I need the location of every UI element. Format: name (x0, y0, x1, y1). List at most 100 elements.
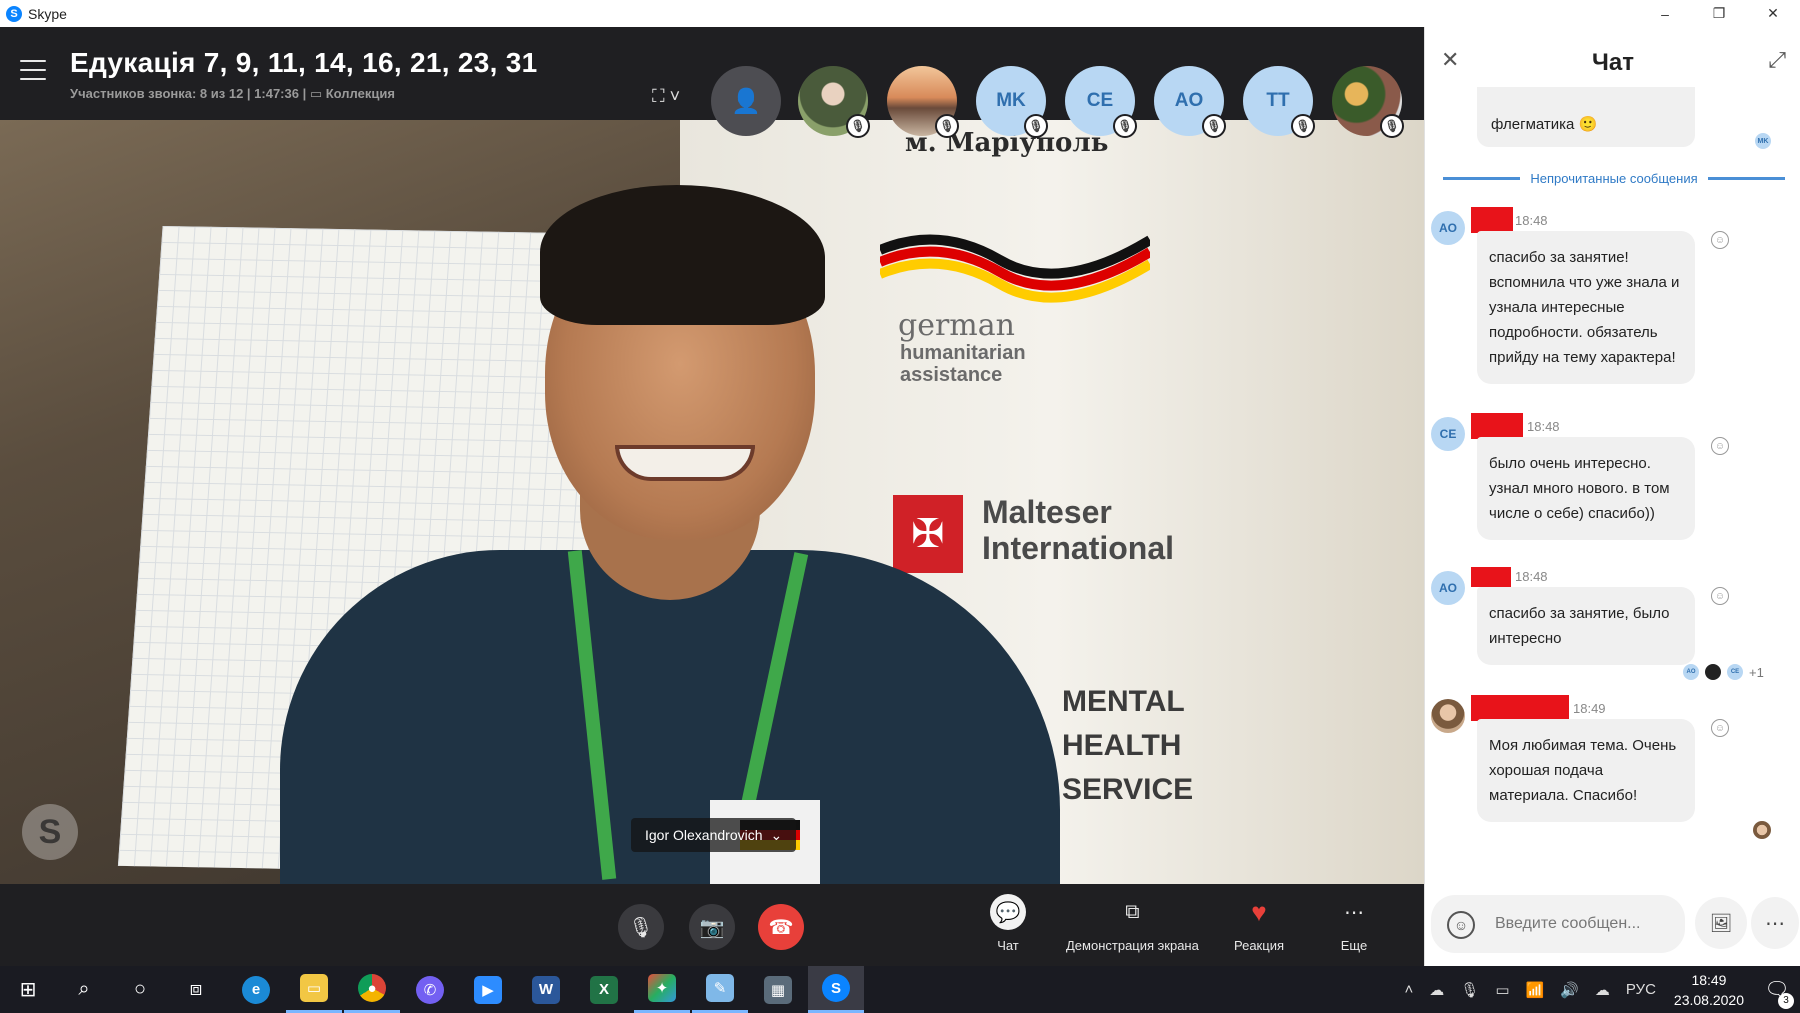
more-dots-icon: ⋯ (1765, 912, 1785, 935)
banner-org3-line3: SERVICE (1062, 773, 1194, 806)
clock-time: 18:49 (1691, 971, 1727, 988)
participant-avatar[interactable]: AO 🎙 (1154, 66, 1226, 138)
taskbar-app[interactable]: ✎ (692, 966, 748, 1013)
participants-strip: 🎙 🎙 MK 🎙 CE 🎙 AO 🎙 TT 🎙 🎙 (798, 66, 1404, 138)
expand-chat-icon[interactable]: ⤢ (1768, 47, 1786, 73)
redacted-sender-name (1471, 695, 1569, 721)
message-input[interactable] (1495, 909, 1675, 939)
language-indicator[interactable]: РУС (1626, 981, 1656, 998)
add-participant-button[interactable]: 👤 (711, 66, 781, 136)
clock[interactable]: 18:49 23.08.2020 (1674, 970, 1744, 1010)
battery-icon[interactable]: ▭ (1495, 981, 1509, 999)
speaker-name-label[interactable]: Igor Olexandrovich ⌄ (631, 818, 797, 852)
calculator-icon: ▦ (764, 975, 792, 1004)
layout-switch-button[interactable]: ⛶ ˅ (652, 86, 680, 107)
speaker-person (240, 160, 1060, 884)
more-label: Еще (1340, 938, 1368, 953)
participant-avatar[interactable]: 🎙 (798, 66, 870, 138)
cortana-button[interactable]: ○ (112, 966, 168, 1013)
skype-icon: S (822, 974, 850, 1002)
read-receipt-avatar: MK (1755, 133, 1771, 149)
wifi-icon[interactable]: 📶 (1526, 981, 1545, 999)
taskbar-app[interactable]: S (808, 966, 864, 1013)
skype-watermark-icon: S (22, 804, 78, 860)
chat-bubble-icon: 💬 (990, 894, 1026, 930)
banner-org3-line1: MENTAL (1062, 685, 1185, 718)
add-reaction-icon[interactable]: ☺ (1711, 231, 1729, 249)
skype-logo-icon: S (6, 5, 22, 22)
taskbar-app[interactable]: ▶ (460, 966, 516, 1013)
excel-icon: X (590, 975, 618, 1004)
chat-button-label: Чат (997, 938, 1019, 953)
redacted-sender-name (1471, 207, 1513, 233)
add-reaction-icon[interactable]: ☺ (1711, 719, 1729, 737)
more-options-button[interactable]: ⋯ Еще (1336, 894, 1372, 954)
screen-share-icon: ⧉ (1125, 900, 1140, 923)
camera-off-icon: 📷 (699, 916, 725, 939)
banner-org3: MENTAL HEALTH SERVICE (1062, 680, 1193, 812)
participant-avatar[interactable]: TT 🎙 (1243, 66, 1315, 138)
participant-avatar[interactable]: 🎙 (887, 66, 959, 138)
message-time: 18:48 (1527, 419, 1560, 434)
main-video-feed[interactable]: м. Маріуполь german humanitarian assista… (0, 120, 1424, 884)
sender-avatar[interactable]: AO (1431, 571, 1465, 605)
redacted-sender-name (1471, 413, 1523, 439)
toggle-camera-button[interactable]: 📷 (689, 904, 735, 950)
participant-avatar[interactable]: MK 🎙 (976, 66, 1048, 138)
end-call-button[interactable]: ☎ (758, 904, 804, 950)
muted-mic-icon: 🎙 (846, 114, 870, 138)
emoji-icon[interactable]: ☺ (1447, 911, 1475, 939)
reaction-button[interactable]: ♥ Реакция (1234, 894, 1284, 954)
hamburger-menu-icon[interactable] (20, 60, 46, 80)
taskbar-app[interactable]: ✆ (402, 966, 458, 1013)
message-time: 18:48 (1515, 213, 1548, 228)
restore-button[interactable]: ❐ (1692, 0, 1746, 27)
paint-icon: ✎ (706, 974, 734, 1002)
search-button[interactable]: ⌕ (56, 966, 112, 1013)
taskbar-app[interactable]: X (576, 966, 632, 1013)
taskbar-app[interactable]: ▭ (286, 966, 342, 1013)
task-view-button[interactable]: ⧈ (168, 966, 224, 1013)
heart-icon: ♥ (1251, 896, 1267, 927)
sender-avatar[interactable] (1431, 699, 1465, 733)
mute-microphone-button[interactable]: 🎙 (618, 904, 664, 950)
more-dots-icon: ⋯ (1344, 901, 1364, 924)
microphone-icon[interactable]: 🎙 (1460, 981, 1479, 999)
notification-center-button[interactable]: 🗨 3 (1762, 975, 1794, 1009)
screen-share-button[interactable]: ⧉ Демонстрация экрана (1066, 894, 1199, 954)
message-time: 18:48 (1515, 569, 1548, 584)
sender-avatar[interactable]: AO (1431, 211, 1465, 245)
screen-share-label: Демонстрация экрана (1066, 938, 1199, 953)
message-bubble: Моя любимая тема. Очень хорошая подача м… (1477, 719, 1695, 822)
sender-avatar[interactable]: CE (1431, 417, 1465, 451)
chat-button[interactable]: 💬 Чат (990, 894, 1026, 953)
unread-label: Непрочитанные сообщения (1530, 171, 1698, 186)
notification-count: 3 (1778, 992, 1794, 1009)
add-reaction-icon[interactable]: ☺ (1711, 587, 1729, 605)
mic-off-icon: 🎙 (628, 916, 654, 939)
composer-more-button[interactable]: ⋯ (1751, 897, 1799, 949)
taskbar-app[interactable]: ● (344, 966, 400, 1013)
close-window-button[interactable]: ✕ (1746, 0, 1800, 27)
volume-icon[interactable]: 🔊 (1560, 981, 1579, 999)
chrome-icon: ● (358, 974, 386, 1002)
search-icon: ⌕ (78, 978, 90, 1000)
message-bubble: спасибо за занятие, было интересно (1477, 587, 1695, 665)
taskbar-app[interactable]: ✦ (634, 966, 690, 1013)
participant-avatar[interactable]: CE 🎙 (1065, 66, 1137, 138)
app-colorful-icon: ✦ (648, 974, 676, 1002)
taskbar-app[interactable]: ▦ (750, 966, 806, 1013)
system-tray: ˄ ☁ 🎙 ▭ 📶 🔊 ☁ РУС 18:49 23.08.2020 🗨 3 (1397, 966, 1800, 1013)
cloud-icon[interactable]: ☁ (1429, 981, 1444, 999)
seen-by-row[interactable]: AO CE +1 (1683, 664, 1764, 680)
add-reaction-icon[interactable]: ☺ (1711, 437, 1729, 455)
taskbar-app[interactable]: W (518, 966, 574, 1013)
chevron-up-icon[interactable]: ˄ (1405, 981, 1414, 998)
send-media-button[interactable]: 🖼 (1695, 897, 1747, 949)
minimize-button[interactable]: – (1638, 0, 1692, 27)
participant-avatar[interactable]: 🎙 (1332, 66, 1404, 138)
message-bubble: было очень интересно. узнал много нового… (1477, 437, 1695, 540)
taskbar-app[interactable]: e (228, 966, 284, 1013)
onedrive-icon[interactable]: ☁ (1595, 981, 1610, 999)
start-button[interactable]: ⊞ (0, 966, 56, 1013)
